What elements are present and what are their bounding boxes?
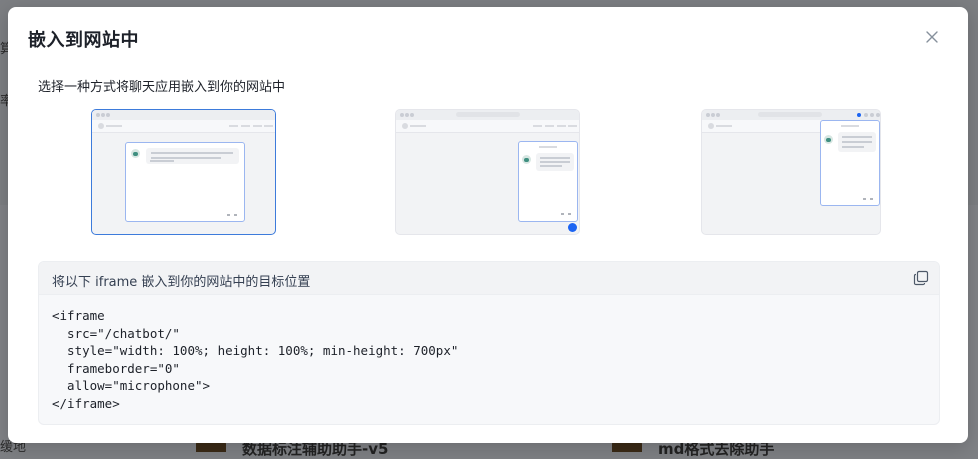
nav-placeholder (106, 125, 122, 127)
window-dot-icon (706, 113, 710, 117)
embed-modal: 嵌入到网站中 选择一种方式将聊天应用嵌入到你的网站中 将以下 iframe 嵌入… (8, 7, 968, 443)
nav-placeholder (557, 125, 566, 127)
modal-title: 嵌入到网站中 (28, 30, 139, 51)
url-bar (758, 112, 822, 117)
code-panel: 将以下 iframe 嵌入到你的网站中的目标位置 <iframe src="/c… (38, 261, 940, 425)
nav-placeholder (716, 125, 732, 127)
nav-placeholder (568, 125, 577, 127)
url-bar (456, 112, 520, 117)
logo-icon (708, 123, 714, 129)
message-bubble (838, 132, 876, 152)
bot-avatar-icon (522, 155, 531, 164)
code-panel-header: 将以下 iframe 嵌入到你的网站中的目标位置 (39, 262, 939, 295)
window-dot-icon (410, 113, 414, 117)
window-dot-icon (716, 113, 720, 117)
window-dot-icon (106, 113, 110, 117)
nav-placeholder (241, 125, 250, 127)
modal-subtitle: 选择一种方式将聊天应用嵌入到你的网站中 (38, 80, 286, 95)
close-button[interactable] (924, 29, 940, 45)
nav-placeholder (264, 125, 273, 127)
extension-icon (857, 113, 861, 117)
window-dot-icon (876, 113, 880, 117)
chat-window-preview (820, 120, 880, 206)
browser-toolbar (396, 110, 579, 120)
embed-option-chrome-extension[interactable] (701, 109, 881, 235)
copy-icon (913, 270, 929, 286)
chat-bubble-button-icon (568, 223, 577, 232)
nav-placeholder (533, 125, 542, 127)
window-dot-icon (96, 113, 100, 117)
logo-icon (98, 123, 104, 129)
browser-toolbar (92, 110, 275, 120)
embed-option-script[interactable] (395, 109, 580, 235)
window-dot-icon (870, 113, 874, 117)
copy-button[interactable] (913, 270, 929, 286)
bot-avatar-icon (824, 135, 833, 144)
message-bubble (536, 153, 574, 171)
bot-avatar-icon (131, 149, 140, 158)
nav-placeholder (229, 125, 238, 127)
code-panel-label: 将以下 iframe 嵌入到你的网站中的目标位置 (52, 275, 311, 290)
close-icon (926, 31, 938, 43)
logo-icon (402, 123, 408, 129)
nav-placeholder (253, 125, 262, 127)
window-dot-icon (711, 113, 715, 117)
window-dot-icon (101, 113, 105, 117)
window-dot-icon (864, 113, 868, 117)
window-dot-icon (405, 113, 409, 117)
nav-placeholder (545, 125, 554, 127)
window-dot-icon (400, 113, 404, 117)
embed-option-iframe[interactable] (91, 109, 276, 235)
browser-toolbar (702, 110, 880, 120)
embed-code-snippet[interactable]: <iframe src="/chatbot/" style="width: 10… (52, 307, 458, 412)
page-navbar (92, 120, 275, 133)
page-navbar (396, 120, 579, 133)
nav-placeholder (410, 125, 426, 127)
chat-window-preview (125, 142, 245, 222)
chat-window-preview (518, 141, 578, 222)
